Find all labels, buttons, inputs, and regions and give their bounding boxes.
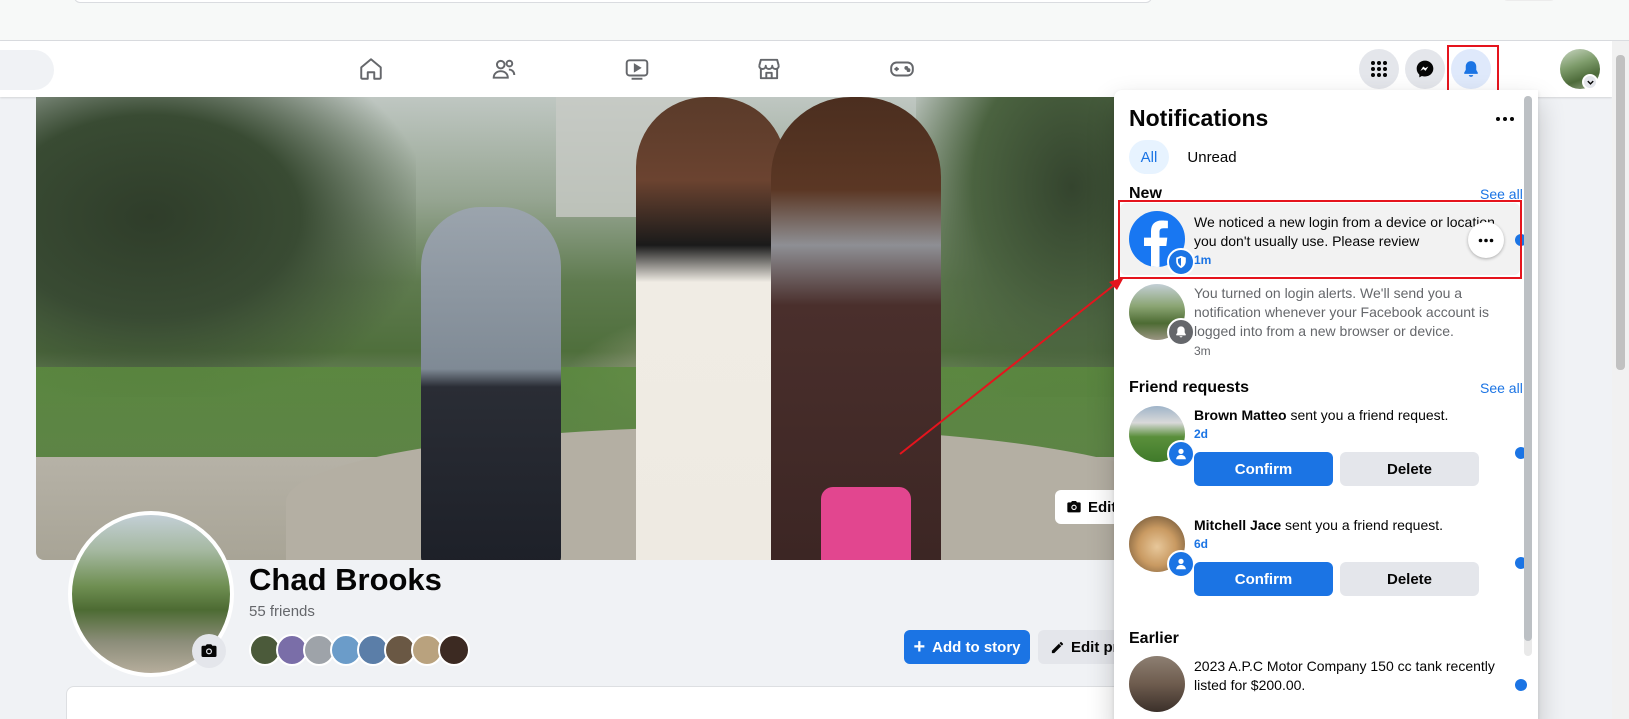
camera-icon[interactable] <box>192 634 226 668</box>
notifications-scrollbar[interactable] <box>1524 96 1532 656</box>
friends-count[interactable]: 55 friends <box>249 603 315 620</box>
notification-text: You turned on login alerts. We'll send y… <box>1194 285 1489 339</box>
profile-tabs-card <box>66 686 1166 719</box>
notifications-title: Notifications <box>1129 105 1269 131</box>
friend-request-name[interactable]: Mitchell Jace <box>1194 517 1281 533</box>
person-icon <box>1167 440 1195 468</box>
notification-text: 2023 A.P.C Motor Company 150 cc tank rec… <box>1194 658 1495 693</box>
edit-cover-label: Edit <box>1088 498 1117 516</box>
profile-name: Chad Brooks <box>249 562 442 597</box>
confirm-button[interactable]: Confirm <box>1194 452 1333 486</box>
friend-request-name[interactable]: Brown Matteo <box>1194 407 1287 423</box>
browser-extension-area <box>1504 0 1554 1</box>
edit-profile-label: Edit pr <box>1071 638 1119 656</box>
add-to-story-label: Add to story <box>932 638 1021 656</box>
notification-item-login-alert[interactable]: We noticed a new login from a device or … <box>1120 203 1527 276</box>
person-icon <box>1167 550 1195 578</box>
confirm-button[interactable]: Confirm <box>1194 562 1333 596</box>
friend-request-text: Brown Matteo sent you a friend request. <box>1194 407 1449 423</box>
notification-options-button[interactable] <box>1468 222 1504 258</box>
address-bar[interactable] <box>74 0 1152 3</box>
shield-icon <box>1167 248 1195 276</box>
see-all-friend-requests-link[interactable]: See all <box>1480 380 1523 396</box>
section-earlier-heading: Earlier <box>1129 630 1179 647</box>
friend-request-time: 2d <box>1194 427 1209 441</box>
section-friend-requests-heading: Friend requests <box>1129 379 1250 396</box>
notification-time: 1m <box>1194 253 1212 267</box>
plus-icon: + <box>913 636 926 658</box>
notifications-panel: Notifications All Unread New See all We … <box>1114 90 1538 719</box>
friend-request-item[interactable]: Brown Matteo sent you a friend request. … <box>1120 400 1527 508</box>
delete-button[interactable]: Delete <box>1340 452 1479 486</box>
more-options-icon[interactable] <box>1490 106 1520 132</box>
notification-time: 3m <box>1194 344 1211 358</box>
cover-photo[interactable] <box>36 97 1165 560</box>
browser-toolbar <box>0 0 1629 41</box>
friend-request-item[interactable]: Mitchell Jace sent you a friend request.… <box>1120 510 1527 618</box>
section-new-heading: New <box>1129 185 1162 202</box>
notification-avatar <box>1129 656 1185 712</box>
notifications-bell-icon[interactable] <box>1451 49 1491 89</box>
watch-icon[interactable] <box>620 52 654 86</box>
menu-grid-icon[interactable] <box>1359 49 1399 89</box>
friend-request-time: 6d <box>1194 537 1209 551</box>
pencil-icon <box>1051 641 1064 653</box>
unread-indicator <box>1515 679 1527 691</box>
gaming-icon[interactable] <box>885 52 919 86</box>
add-to-story-button[interactable]: + Add to story <box>904 630 1030 664</box>
friends-icon[interactable] <box>487 52 521 86</box>
tab-all[interactable]: All <box>1129 140 1169 174</box>
notification-text: We noticed a new login from a device or … <box>1194 214 1495 249</box>
delete-button[interactable]: Delete <box>1340 562 1479 596</box>
home-icon[interactable] <box>354 52 388 86</box>
friend-avatar[interactable] <box>438 634 470 666</box>
top-navigation-bar <box>0 41 1612 97</box>
notification-item-marketplace[interactable]: 2023 A.P.C Motor Company 150 cc tank rec… <box>1120 652 1527 712</box>
bell-icon <box>1167 318 1195 346</box>
page-scrollbar[interactable] <box>1612 41 1629 719</box>
tab-unread[interactable]: Unread <box>1176 140 1248 174</box>
camera-icon <box>1067 501 1081 513</box>
chevron-down-icon[interactable] <box>1582 74 1598 90</box>
marketplace-icon[interactable] <box>752 52 786 86</box>
friend-avatars-list <box>249 634 470 666</box>
see-all-new-link[interactable]: See all <box>1480 186 1523 202</box>
notification-item-login-alerts-on[interactable]: You turned on login alerts. We'll send y… <box>1120 278 1520 358</box>
messenger-icon[interactable] <box>1405 49 1445 89</box>
search-input[interactable] <box>0 50 54 90</box>
friend-request-text: Mitchell Jace sent you a friend request. <box>1194 517 1444 533</box>
